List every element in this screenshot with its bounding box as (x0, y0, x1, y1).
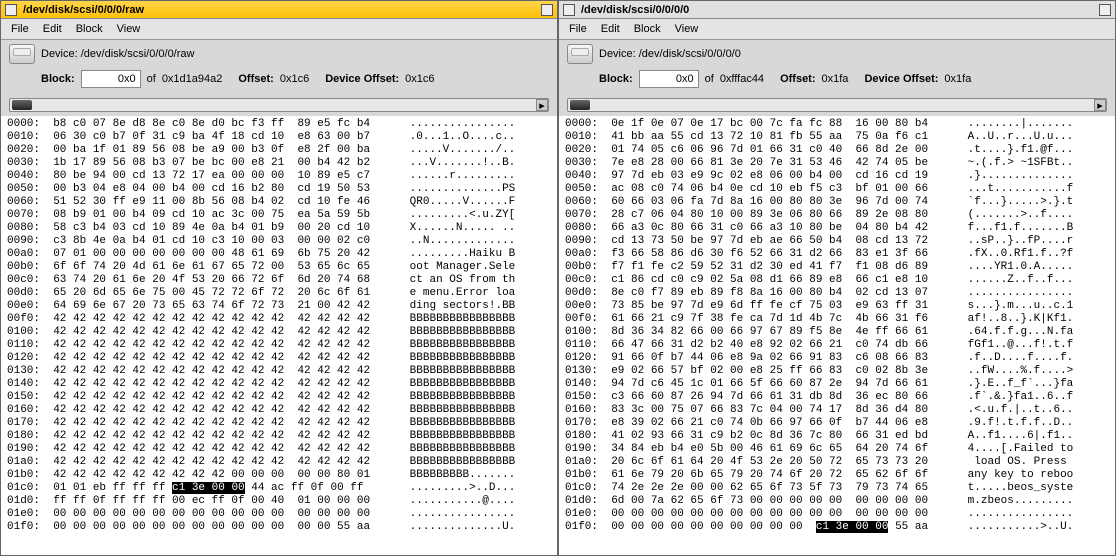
offset-label: Offset: (780, 73, 815, 85)
menubar: File Edit Block View (559, 19, 1115, 40)
scrollbar-thumb[interactable] (12, 100, 32, 110)
hex-dump-view[interactable]: 0000: b8 c0 07 8e d8 8e c0 8e d0 bc f3 f… (1, 116, 557, 555)
block-label: Block: (599, 73, 633, 85)
block-of-value: 0xfffac44 (720, 73, 764, 85)
offset-value: 0x1c6 (280, 73, 309, 85)
scrollbar-thumb[interactable] (570, 100, 590, 110)
block-info-row: Block: of 0x1d1a94a2 Offset: 0x1c6 Devic… (1, 68, 557, 94)
block-of-label: of (147, 73, 156, 85)
scrollbar-arrow-right[interactable]: ▸ (1094, 99, 1106, 111)
block-info-row: Block: of 0xfffac44 Offset: 0x1fa Device… (559, 68, 1115, 94)
window-title: /dev/disk/scsi/0/0/0/0 (581, 4, 1093, 16)
menu-edit[interactable]: Edit (43, 23, 62, 35)
block-position-scrollbar[interactable]: ▸ (567, 98, 1107, 112)
block-of-label: of (705, 73, 714, 85)
offset-label: Offset: (238, 73, 273, 85)
device-path: /dev/disk/scsi/0/0/0/0 (639, 48, 741, 60)
device-offset-label: Device Offset: (864, 73, 938, 85)
device-path: /dev/disk/scsi/0/0/0/raw (81, 48, 195, 60)
device-label: Device: (599, 48, 636, 60)
menu-view[interactable]: View (675, 23, 699, 35)
block-scrollbar-area: ▸ (559, 94, 1115, 116)
zoom-icon[interactable] (541, 4, 553, 16)
menu-block[interactable]: Block (634, 23, 661, 35)
drive-icon (9, 44, 35, 64)
menu-file[interactable]: File (569, 23, 587, 35)
device-offset-value: 0x1fa (944, 73, 971, 85)
device-label: Device: (41, 48, 78, 60)
menu-block[interactable]: Block (76, 23, 103, 35)
menubar: File Edit Block View (1, 19, 557, 40)
device-offset-label: Device Offset: (325, 73, 399, 85)
titlebar[interactable]: /dev/disk/scsi/0/0/0/0 (559, 1, 1115, 19)
titlebar[interactable]: /dev/disk/scsi/0/0/0/raw (1, 1, 557, 19)
menu-file[interactable]: File (11, 23, 29, 35)
drive-icon (567, 44, 593, 64)
block-of-value: 0x1d1a94a2 (162, 73, 223, 85)
hex-dump-view[interactable]: 0000: 0e 1f 0e 07 0e 17 bc 00 7c fa fc 8… (559, 116, 1115, 555)
offset-value: 0x1fa (822, 73, 849, 85)
block-scrollbar-area: ▸ (1, 94, 557, 116)
block-input[interactable] (81, 70, 141, 88)
zoom-icon[interactable] (1099, 4, 1111, 16)
window-title: /dev/disk/scsi/0/0/0/raw (23, 4, 535, 16)
device-offset-value: 0x1c6 (405, 73, 434, 85)
close-icon[interactable] (563, 4, 575, 16)
block-input[interactable] (639, 70, 699, 88)
close-icon[interactable] (5, 4, 17, 16)
block-position-scrollbar[interactable]: ▸ (9, 98, 549, 112)
hex-editor-window-right: /dev/disk/scsi/0/0/0/0 File Edit Block V… (558, 0, 1116, 556)
hex-editor-window-left: /dev/disk/scsi/0/0/0/raw File Edit Block… (0, 0, 558, 556)
scrollbar-arrow-right[interactable]: ▸ (536, 99, 548, 111)
menu-edit[interactable]: Edit (601, 23, 620, 35)
device-info-row: Device: /dev/disk/scsi/0/0/0/0 (559, 40, 1115, 68)
device-info-row: Device: /dev/disk/scsi/0/0/0/raw (1, 40, 557, 68)
block-label: Block: (41, 73, 75, 85)
menu-view[interactable]: View (117, 23, 141, 35)
